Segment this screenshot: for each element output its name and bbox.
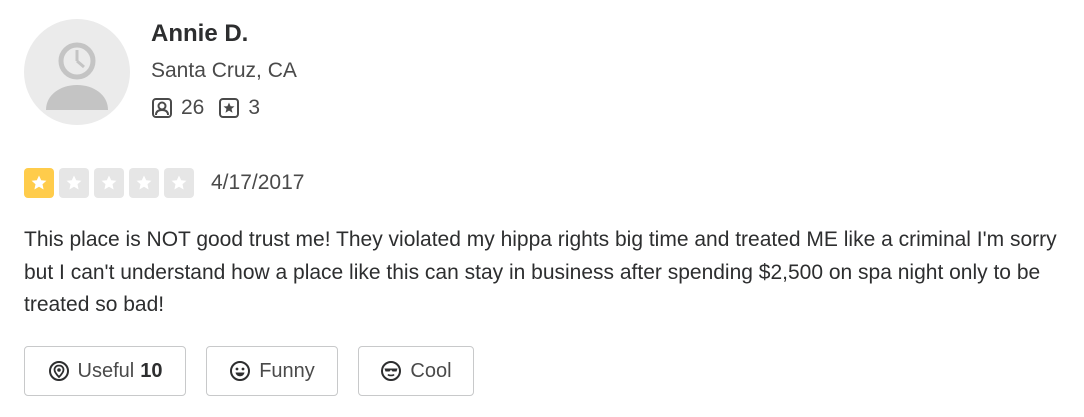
star-empty-icon [94, 168, 124, 198]
review-date: 4/17/2017 [211, 171, 305, 194]
reviews-count: 3 [248, 96, 261, 119]
friends-icon [152, 98, 172, 118]
star-empty-icon [164, 168, 194, 198]
friends-stat: 26 [151, 96, 204, 120]
funny-button[interactable]: Funny [206, 346, 338, 396]
lightbulb-icon [48, 361, 69, 381]
friends-count: 26 [181, 96, 205, 119]
useful-label: Useful [77, 359, 135, 382]
star-empty-icon [59, 168, 89, 198]
smiley-icon [230, 361, 251, 381]
reviewer-location: Santa Cruz, CA [151, 59, 297, 82]
reviews-stat: 3 [218, 96, 260, 120]
review-actions: Useful 10 Funny Cool [24, 346, 494, 396]
funny-label: Funny [259, 359, 315, 382]
star-filled-icon [24, 168, 54, 198]
avatar[interactable] [24, 19, 130, 125]
cool-label: Cool [410, 359, 452, 382]
sunglasses-icon [381, 361, 402, 381]
default-user-avatar-icon [46, 42, 108, 110]
rating-row: 4/17/2017 [24, 168, 304, 198]
reviewer-stats: 26 3 [151, 96, 260, 120]
star-rating [24, 168, 199, 198]
review-text: This place is NOT good trust me! They vi… [24, 228, 1057, 316]
cool-button[interactable]: Cool [358, 346, 474, 396]
star-empty-icon [129, 168, 159, 198]
reviewer-name[interactable]: Annie D. [151, 20, 248, 48]
useful-button[interactable]: Useful 10 [24, 346, 186, 396]
useful-count: 10 [140, 359, 163, 382]
review-star-icon [219, 98, 240, 118]
